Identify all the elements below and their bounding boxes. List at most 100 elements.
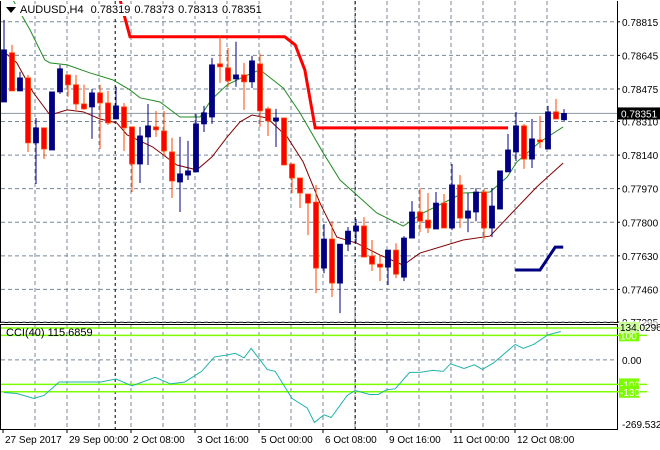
candle-body <box>457 184 463 219</box>
price-tick-label: 0.77970 <box>622 185 659 196</box>
bear-candle <box>377 255 383 282</box>
bear-candle <box>393 243 399 279</box>
bear-candle <box>25 74 31 152</box>
bear-candle <box>281 117 287 166</box>
bull-candle <box>473 188 479 222</box>
candle-body <box>25 77 31 144</box>
bear-candle <box>65 74 71 97</box>
symbol-timeframe: AUDUSD,H4 <box>20 4 84 16</box>
bear-candle <box>225 47 231 87</box>
candle-body <box>521 125 527 160</box>
candle-body <box>473 191 479 213</box>
bull-candle <box>209 57 215 124</box>
candle-body <box>73 84 79 105</box>
candle-body <box>65 74 71 86</box>
candle-body <box>225 67 231 82</box>
bull-candle <box>49 91 55 151</box>
time-tick-label: 29 Sep 00:00 <box>69 435 129 446</box>
candle-body <box>497 170 503 210</box>
bear-candle <box>305 193 311 236</box>
candle-body <box>313 201 319 269</box>
candle-body <box>321 238 327 269</box>
cci-min-label: -269.5323 <box>622 420 660 431</box>
candle-body <box>481 191 487 229</box>
candle-body <box>113 105 119 120</box>
bull-candle <box>401 236 407 282</box>
bull-candle <box>465 193 471 233</box>
bull-candle <box>249 55 255 88</box>
price-tick-label: 0.77630 <box>622 252 659 263</box>
time-tick-label: 2 Oct 08:00 <box>133 435 185 446</box>
candle-body <box>1 49 7 103</box>
candle-body <box>193 123 199 173</box>
candle-body <box>241 74 247 83</box>
bull-candle <box>177 136 183 212</box>
low-price: 0.78313 <box>178 4 218 16</box>
candle-body <box>81 103 87 110</box>
candle-body <box>505 149 511 173</box>
bull-candle <box>193 113 199 173</box>
price-tick-label: 0.77460 <box>622 285 659 296</box>
cci-zero-label: 0.00 <box>622 356 642 367</box>
top-edge <box>0 0 618 1</box>
bear-candle <box>417 188 423 233</box>
candle-body <box>401 237 407 278</box>
bear-candle <box>521 123 527 169</box>
bull-candle <box>513 111 519 162</box>
candle-body <box>513 125 519 153</box>
bear-candle <box>105 90 111 125</box>
bull-candle <box>561 109 567 121</box>
bull-candle <box>137 126 143 183</box>
candle-body <box>161 130 167 152</box>
time-tick-label: 5 Oct 00:00 <box>261 435 313 446</box>
bear-candle <box>217 35 223 83</box>
high-price: 0.78373 <box>134 4 175 16</box>
time-tick-label: 12 Oct 08:00 <box>517 435 575 446</box>
bear-candle <box>121 102 127 151</box>
price-tick-label: 0.77800 <box>622 218 659 229</box>
candle-body <box>297 177 303 194</box>
bull-candle <box>505 133 511 173</box>
time-tick-label: 3 Oct 16:00 <box>197 435 249 446</box>
candle-body <box>417 211 423 222</box>
bear-candle <box>9 44 15 92</box>
bull-candle <box>185 140 191 180</box>
time-tick-label: 9 Oct 16:00 <box>389 435 441 446</box>
bear-candle <box>361 217 367 258</box>
bull-candle <box>385 249 391 286</box>
bear-candle <box>457 175 463 228</box>
candle-body <box>393 249 399 275</box>
dropdown-triangle-icon[interactable] <box>6 7 16 14</box>
bull-candle <box>113 86 119 120</box>
candle-body <box>217 63 223 68</box>
candle-body <box>329 238 335 284</box>
bull-candle <box>17 71 23 92</box>
bull-candle <box>409 201 415 239</box>
time-tick-label: 6 Oct 08:00 <box>325 435 377 446</box>
stop-line <box>118 0 508 130</box>
candle-body <box>121 106 127 129</box>
bull-candle <box>321 224 327 274</box>
bear-candle <box>97 84 103 149</box>
candle-body <box>529 138 535 160</box>
price-chart[interactable]: 0.788150.786450.784750.783100.781400.779… <box>0 0 660 450</box>
bear-candle <box>329 221 335 298</box>
candle-body <box>385 249 391 268</box>
candle-body <box>345 230 351 245</box>
candle-body <box>361 225 367 258</box>
candle-body <box>441 202 447 229</box>
price-tick-label: 0.78645 <box>622 51 659 62</box>
candle-body <box>257 63 263 112</box>
bear-candle <box>241 62 247 110</box>
cci-level-label: -130 <box>620 388 640 399</box>
chart-header: AUDUSD,H4 0.78319 0.78373 0.78313 0.78351 <box>4 4 268 16</box>
price-tick-label: 0.78815 <box>622 18 659 29</box>
open-price: 0.78319 <box>90 4 131 16</box>
candle-body <box>545 111 551 150</box>
time-tick-label: 11 Oct 00:00 <box>453 435 510 446</box>
bear-candle <box>553 98 559 120</box>
grid <box>0 0 618 430</box>
close-price: 0.78351 <box>221 4 262 16</box>
cci-line <box>3 331 561 424</box>
bear-candle <box>129 126 135 193</box>
